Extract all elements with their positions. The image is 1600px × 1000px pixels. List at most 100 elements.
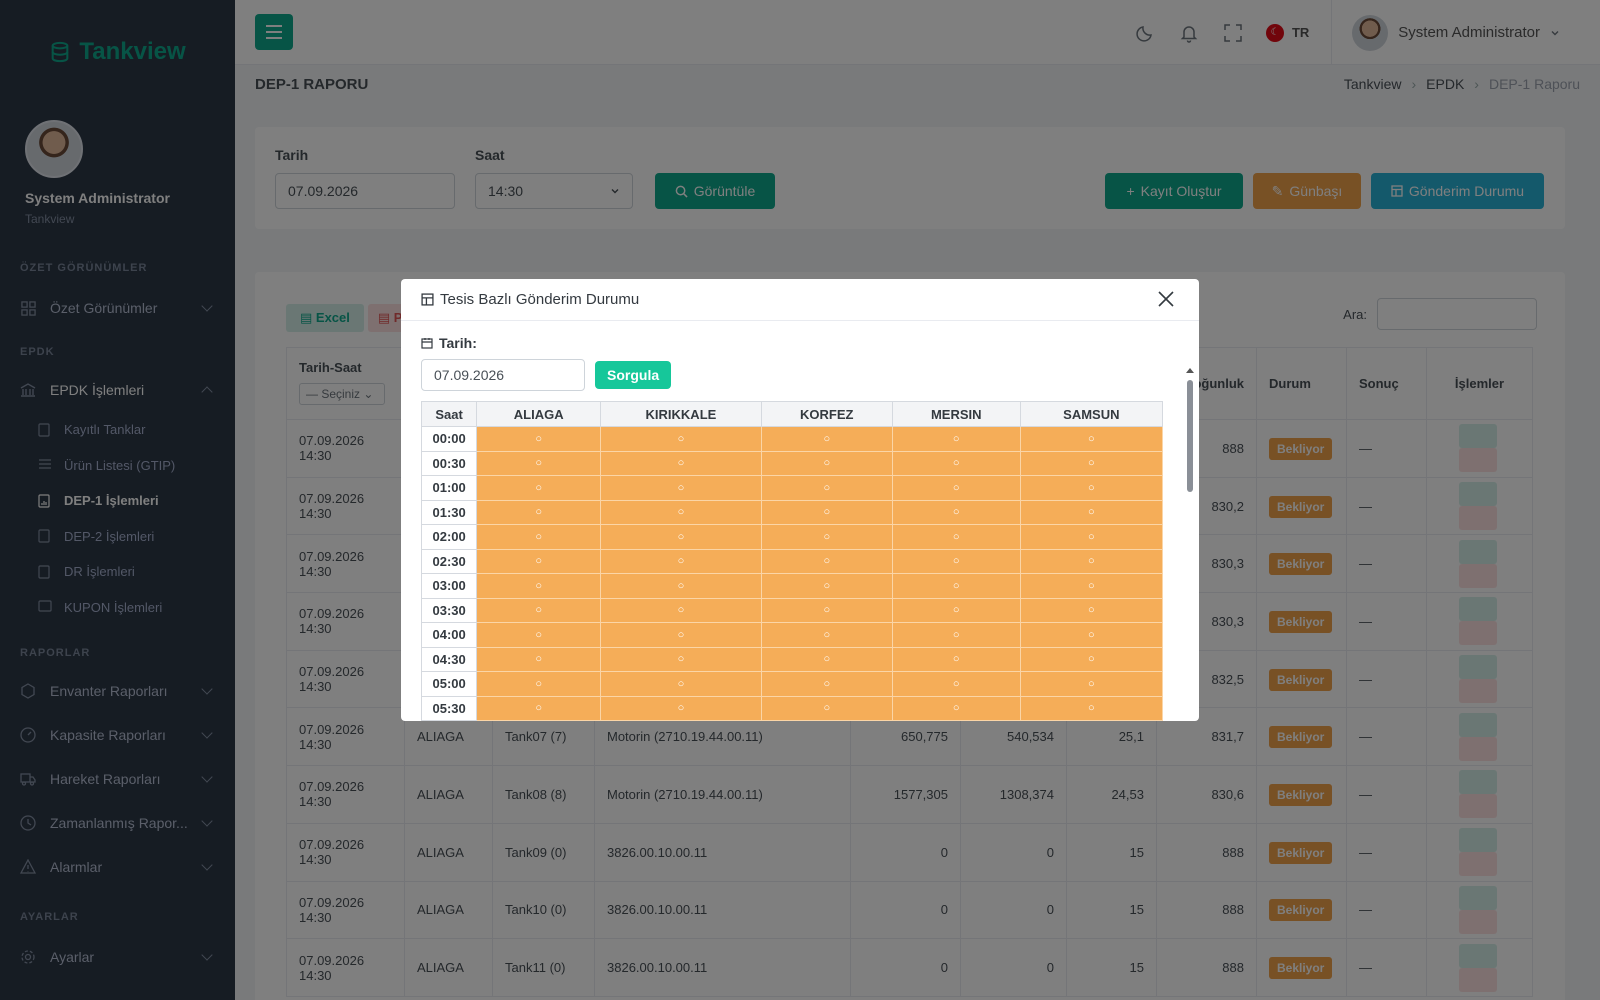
modal-date-label: Tarih: bbox=[439, 335, 477, 351]
grid-status-cell[interactable]: ○ bbox=[891, 646, 1021, 672]
grid-status-cell[interactable]: ○ bbox=[1019, 597, 1164, 623]
grid-status-cell[interactable]: ○ bbox=[476, 450, 602, 476]
grid-status-cell[interactable]: ○ bbox=[1019, 573, 1164, 599]
grid-status-cell[interactable]: ○ bbox=[1019, 622, 1164, 648]
grid-status-cell[interactable]: ○ bbox=[760, 646, 893, 672]
grid-header: MERSIN bbox=[891, 401, 1021, 427]
query-button[interactable]: Sorgula bbox=[595, 361, 672, 389]
grid-status-cell[interactable]: ○ bbox=[760, 573, 893, 599]
grid-status-cell[interactable]: ○ bbox=[760, 524, 893, 550]
grid-row: 03:00 ○ ○ ○ ○ ○ bbox=[420, 573, 1164, 599]
grid-status-cell[interactable]: ○ bbox=[600, 671, 762, 697]
grid-status-cell[interactable]: ○ bbox=[600, 475, 762, 501]
grid-row: 01:30 ○ ○ ○ ○ ○ bbox=[420, 499, 1164, 525]
grid-status-cell[interactable]: ○ bbox=[760, 622, 893, 648]
grid-row: 02:30 ○ ○ ○ ○ ○ bbox=[420, 548, 1164, 574]
grid-header: ALIAGA bbox=[476, 401, 602, 427]
grid-status-cell[interactable]: ○ bbox=[760, 450, 893, 476]
grid-status-cell[interactable]: ○ bbox=[891, 524, 1021, 550]
grid-time: 04:30 bbox=[420, 646, 478, 672]
grid-status-cell[interactable]: ○ bbox=[760, 597, 893, 623]
grid-status-cell[interactable]: ○ bbox=[600, 499, 762, 525]
grid-status-cell[interactable]: ○ bbox=[891, 622, 1021, 648]
modal-date-input[interactable]: 07.09.2026 bbox=[421, 359, 585, 391]
grid-status-cell[interactable]: ○ bbox=[891, 597, 1021, 623]
grid-status-cell[interactable]: ○ bbox=[476, 573, 602, 599]
grid-status-cell[interactable]: ○ bbox=[891, 450, 1021, 476]
grid-status-cell[interactable]: ○ bbox=[600, 646, 762, 672]
grid-status-cell[interactable]: ○ bbox=[1019, 548, 1164, 574]
grid-header: KIRIKKALE bbox=[600, 401, 762, 427]
grid-header: KORFEZ bbox=[760, 401, 893, 427]
grid-row: 00:00 ○ ○ ○ ○ ○ bbox=[420, 426, 1164, 452]
modal-header: Tesis Bazlı Gönderim Durumu bbox=[401, 279, 1199, 321]
grid-status-cell[interactable]: ○ bbox=[476, 671, 602, 697]
grid-status-cell[interactable]: ○ bbox=[476, 475, 602, 501]
grid-status-cell[interactable]: ○ bbox=[476, 622, 602, 648]
grid-status-cell[interactable]: ○ bbox=[891, 499, 1021, 525]
grid-status-cell[interactable]: ○ bbox=[600, 426, 762, 452]
grid-header: SAMSUN bbox=[1019, 401, 1164, 427]
grid-time: 00:00 bbox=[420, 426, 478, 452]
grid-status-cell[interactable]: ○ bbox=[1019, 695, 1164, 721]
grid-status-cell[interactable]: ○ bbox=[600, 597, 762, 623]
grid-status-cell[interactable]: ○ bbox=[476, 597, 602, 623]
grid-row: 04:00 ○ ○ ○ ○ ○ bbox=[420, 622, 1164, 648]
grid-status-cell[interactable]: ○ bbox=[600, 524, 762, 550]
modal-title: Tesis Bazlı Gönderim Durumu bbox=[440, 291, 640, 308]
grid-status-cell[interactable]: ○ bbox=[476, 426, 602, 452]
close-icon[interactable] bbox=[1157, 290, 1175, 308]
grid-status-cell[interactable]: ○ bbox=[891, 695, 1021, 721]
grid-time: 00:30 bbox=[420, 450, 478, 476]
grid-status-cell[interactable]: ○ bbox=[1019, 499, 1164, 525]
grid-time: 01:00 bbox=[420, 475, 478, 501]
grid-row: 02:00 ○ ○ ○ ○ ○ bbox=[420, 524, 1164, 550]
grid-status-cell[interactable]: ○ bbox=[1019, 426, 1164, 452]
grid-time: 02:30 bbox=[420, 548, 478, 574]
grid-status-cell[interactable]: ○ bbox=[476, 499, 602, 525]
table-icon bbox=[421, 293, 434, 306]
grid-status-cell[interactable]: ○ bbox=[760, 475, 893, 501]
grid-status-cell[interactable]: ○ bbox=[760, 548, 893, 574]
grid-row: 01:00 ○ ○ ○ ○ ○ bbox=[420, 475, 1164, 501]
grid-status-cell[interactable]: ○ bbox=[1019, 450, 1164, 476]
grid-header: Saat bbox=[420, 401, 478, 427]
grid-status-cell[interactable]: ○ bbox=[760, 671, 893, 697]
grid-status-cell[interactable]: ○ bbox=[1019, 671, 1164, 697]
grid-status-cell[interactable]: ○ bbox=[760, 695, 893, 721]
grid-row: 05:00 ○ ○ ○ ○ ○ bbox=[420, 671, 1164, 697]
grid-time: 03:30 bbox=[420, 597, 478, 623]
modal-scrollbar[interactable] bbox=[1185, 367, 1195, 721]
grid-status-cell[interactable]: ○ bbox=[760, 426, 893, 452]
grid-status-cell[interactable]: ○ bbox=[760, 499, 893, 525]
grid-time: 03:00 bbox=[420, 573, 478, 599]
modal-date-label-row: Tarih: bbox=[421, 335, 1179, 351]
grid-status-cell[interactable]: ○ bbox=[891, 671, 1021, 697]
grid-status-cell[interactable]: ○ bbox=[1019, 475, 1164, 501]
grid-status-cell[interactable]: ○ bbox=[1019, 646, 1164, 672]
grid-status-cell[interactable]: ○ bbox=[600, 573, 762, 599]
grid-row: 00:30 ○ ○ ○ ○ ○ bbox=[420, 450, 1164, 476]
grid-status-cell[interactable]: ○ bbox=[600, 548, 762, 574]
grid-status-cell[interactable]: ○ bbox=[476, 695, 602, 721]
grid-row: 03:30 ○ ○ ○ ○ ○ bbox=[420, 597, 1164, 623]
grid-time: 05:30 bbox=[420, 695, 478, 721]
modal-query-row: 07.09.2026 Sorgula bbox=[421, 359, 1179, 391]
grid-status-cell[interactable]: ○ bbox=[600, 695, 762, 721]
grid-time: 02:00 bbox=[420, 524, 478, 550]
grid-status-cell[interactable]: ○ bbox=[1019, 524, 1164, 550]
grid-status-cell[interactable]: ○ bbox=[891, 548, 1021, 574]
grid-status-cell[interactable]: ○ bbox=[476, 548, 602, 574]
grid-status-cell[interactable]: ○ bbox=[891, 426, 1021, 452]
grid-status-cell[interactable]: ○ bbox=[891, 475, 1021, 501]
grid-status-cell[interactable]: ○ bbox=[600, 622, 762, 648]
grid-status-cell[interactable]: ○ bbox=[476, 524, 602, 550]
grid-time: 05:00 bbox=[420, 671, 478, 697]
grid-time: 01:30 bbox=[420, 499, 478, 525]
grid-time: 04:00 bbox=[420, 622, 478, 648]
grid-row: 05:30 ○ ○ ○ ○ ○ bbox=[420, 695, 1164, 721]
grid-status-cell[interactable]: ○ bbox=[891, 573, 1021, 599]
grid-status-cell[interactable]: ○ bbox=[476, 646, 602, 672]
modal-body: Tarih: 07.09.2026 Sorgula Saat ALIAGA KIRI… bbox=[401, 321, 1199, 721]
grid-status-cell[interactable]: ○ bbox=[600, 450, 762, 476]
